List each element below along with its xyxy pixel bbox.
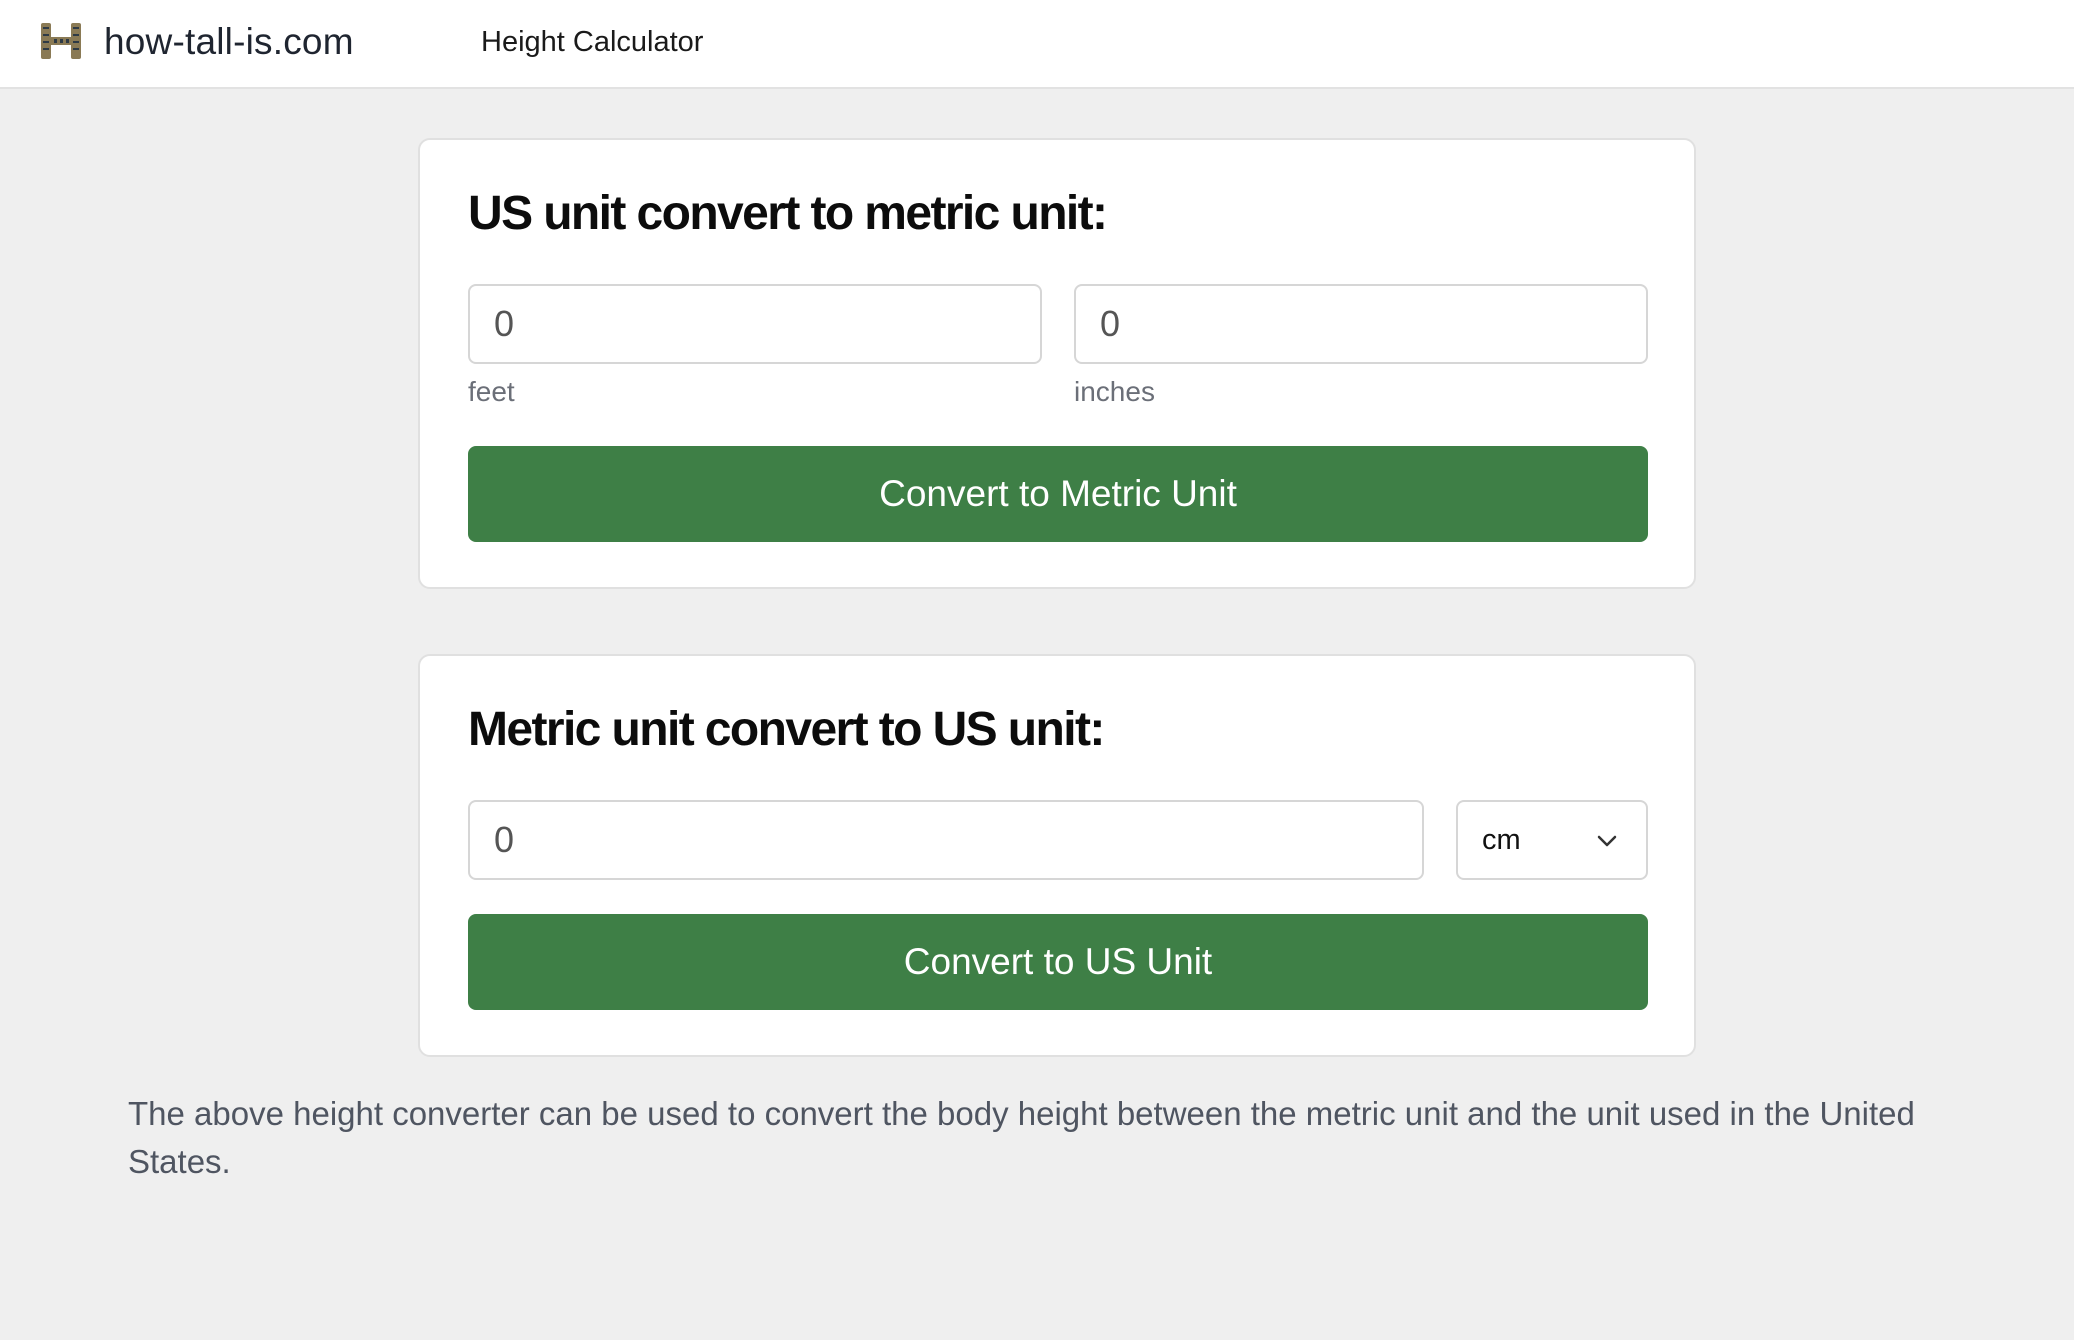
ruler-h-logo-icon[interactable]	[40, 22, 82, 60]
unit-select[interactable]: cm	[1456, 800, 1648, 880]
nav-height-calculator[interactable]: Height Calculator	[481, 22, 703, 62]
site-brand-link[interactable]: how-tall-is.com	[104, 18, 354, 66]
unit-select-value: cm	[1482, 824, 1521, 856]
chevron-down-icon	[1594, 828, 1620, 854]
metric-to-us-card: Metric unit convert to US unit: 0 cm Con…	[418, 654, 1696, 1057]
us-to-metric-card: US unit convert to metric unit: 0 feet 0…	[418, 138, 1696, 589]
converter-description: The above height converter can be used t…	[128, 1095, 1915, 1180]
metric-to-us-title: Metric unit convert to US unit:	[468, 703, 1105, 756]
feet-label: feet	[468, 376, 515, 407]
metric-value-input[interactable]: 0	[468, 800, 1424, 880]
top-navbar: how-tall-is.com Height Calculator	[0, 0, 2074, 89]
convert-to-us-button[interactable]: Convert to US Unit	[468, 914, 1648, 1010]
convert-to-metric-button[interactable]: Convert to Metric Unit	[468, 446, 1648, 542]
us-to-metric-title: US unit convert to metric unit:	[468, 187, 1108, 240]
feet-input[interactable]: 0	[468, 284, 1042, 364]
inches-input[interactable]: 0	[1074, 284, 1648, 364]
inches-label: inches	[1074, 376, 1155, 407]
